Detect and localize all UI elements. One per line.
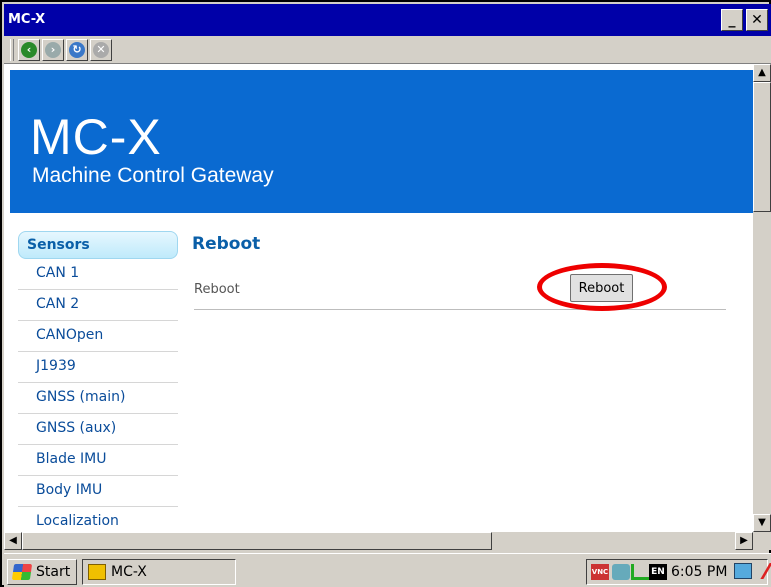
- window-frame: MC-X _ ✕ ‹ › ↻ ✕ MC-X Machine Control Ga…: [0, 0, 771, 587]
- scroll-down-icon[interactable]: ▼: [753, 514, 771, 532]
- sidebar-item-canopen[interactable]: CANOpen: [18, 321, 178, 352]
- title-bar: MC-X _ ✕: [4, 4, 771, 36]
- stop-icon: ✕: [93, 42, 109, 58]
- taskbar-item-mcx[interactable]: MC-X: [82, 559, 236, 585]
- scroll-left-icon[interactable]: ◀: [4, 532, 22, 550]
- sidebar-item-gnss-main[interactable]: GNSS (main): [18, 383, 178, 414]
- sidebar-item-gnss-aux[interactable]: GNSS (aux): [18, 414, 178, 445]
- web-content: MC-X Machine Control Gateway Sensors CAN…: [4, 64, 753, 532]
- windows-flag-icon: [11, 564, 33, 580]
- forward-icon: ›: [45, 42, 61, 58]
- page-title: Reboot: [192, 234, 261, 254]
- sidebar-item-localization[interactable]: Localization: [18, 507, 178, 532]
- start-label: Start: [36, 564, 71, 580]
- refresh-button[interactable]: ↻: [66, 39, 88, 61]
- reboot-row-label: Reboot: [194, 282, 240, 297]
- forward-button[interactable]: ›: [42, 39, 64, 61]
- row-divider: [194, 309, 726, 310]
- usb-icon[interactable]: [631, 564, 649, 580]
- sidebar-item-j1939[interactable]: J1939: [18, 352, 178, 383]
- highlight-circle: [537, 263, 667, 311]
- brand-subtitle: Machine Control Gateway: [32, 164, 274, 187]
- vertical-scroll-thumb[interactable]: [753, 82, 771, 212]
- back-button[interactable]: ‹: [18, 39, 40, 61]
- back-icon: ‹: [21, 42, 37, 58]
- sidebar-item-can1[interactable]: CAN 1: [18, 259, 178, 290]
- sidebar-item-body-imu[interactable]: Body IMU: [18, 476, 178, 507]
- brand-title: MC-X: [30, 109, 162, 165]
- sidebar-item-sensors[interactable]: Sensors: [18, 231, 178, 259]
- sidebar-item-blade-imu[interactable]: Blade IMU: [18, 445, 178, 476]
- language-indicator[interactable]: EN: [649, 564, 667, 580]
- task-label: MC-X: [111, 564, 147, 580]
- vnc-icon[interactable]: VNC: [591, 564, 609, 580]
- sidebar-nav: Sensors CAN 1 CAN 2 CANOpen J1939 GNSS (…: [18, 231, 178, 532]
- browser-toolbar: ‹ › ↻ ✕: [4, 36, 771, 64]
- network-icon[interactable]: [612, 564, 630, 580]
- sidebar-item-can2[interactable]: CAN 2: [18, 290, 178, 321]
- scroll-up-icon[interactable]: ▲: [753, 64, 771, 82]
- horizontal-scroll-thumb[interactable]: [22, 532, 492, 550]
- minimize-button[interactable]: _: [721, 9, 743, 31]
- start-button[interactable]: Start: [7, 559, 77, 585]
- horizontal-scrollbar[interactable]: ◀ ▶: [4, 532, 771, 550]
- browser-window-icon: [88, 564, 106, 580]
- stop-button[interactable]: ✕: [90, 39, 112, 61]
- scroll-right-icon[interactable]: ▶: [735, 532, 753, 550]
- close-button[interactable]: ✕: [746, 9, 768, 31]
- toolbar-grip[interactable]: [10, 39, 14, 61]
- header-banner: MC-X Machine Control Gateway: [10, 70, 753, 213]
- window-title: MC-X: [8, 12, 46, 27]
- clock[interactable]: 6:05 PM: [671, 564, 727, 580]
- vertical-scrollbar[interactable]: ▲ ▼: [753, 64, 771, 532]
- refresh-icon: ↻: [69, 42, 85, 58]
- taskbar: Start MC-X VNC EN 6:05 PM: [4, 553, 771, 587]
